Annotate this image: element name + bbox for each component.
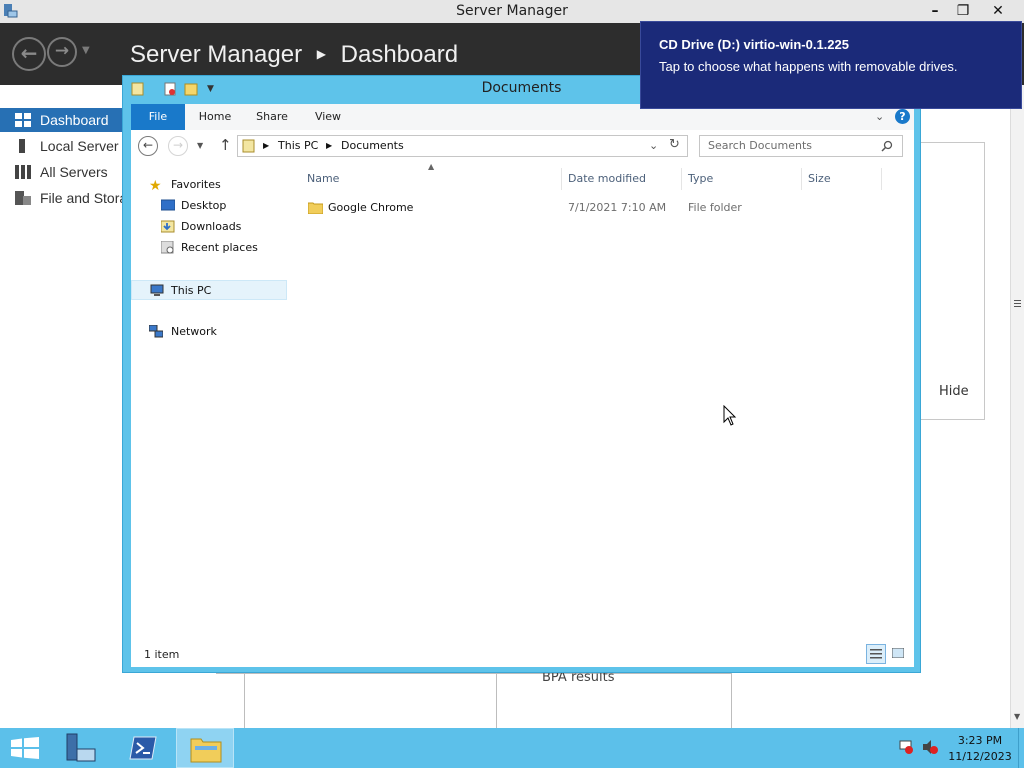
- restore-button[interactable]: ❐: [946, 0, 980, 22]
- taskbar-time[interactable]: 3:23 PM: [948, 733, 1012, 748]
- scroll-grip-line: [1014, 306, 1021, 307]
- servers-icon: [15, 165, 31, 179]
- scroll-grip-line: [1014, 303, 1021, 304]
- nav-forward-button[interactable]: →: [168, 136, 188, 156]
- show-desktop-button[interactable]: [1018, 728, 1024, 768]
- nav-label: Favorites: [171, 178, 221, 191]
- windows-logo-icon: [11, 737, 39, 759]
- file-row[interactable]: Google Chrome 7/1/2021 7:10 AM File fold…: [301, 198, 882, 218]
- breadcrumb-arrow-icon[interactable]: ▶: [326, 141, 332, 150]
- taskbar-server-manager[interactable]: [52, 728, 110, 768]
- dashboard-icon: [15, 113, 31, 127]
- tab-view[interactable]: View: [306, 104, 350, 130]
- large-icons-view-icon: [892, 648, 904, 658]
- nav-recent-places[interactable]: Recent places: [131, 238, 287, 258]
- toast-message: Tap to choose what happens with removabl…: [659, 59, 958, 74]
- tab-home[interactable]: Home: [193, 104, 237, 130]
- tab-file[interactable]: File: [131, 104, 185, 130]
- nav-label: Downloads: [181, 220, 242, 233]
- server-icon: [19, 139, 25, 153]
- header-title: Server Manager: [130, 41, 303, 68]
- column-size[interactable]: Size: [802, 168, 882, 190]
- address-dropdown-icon[interactable]: ⌄: [649, 139, 658, 152]
- nav-label: This PC: [171, 284, 212, 297]
- window-title: Server Manager: [456, 3, 568, 19]
- welcome-panel: [921, 142, 985, 420]
- file-type: File folder: [688, 201, 742, 214]
- nav-this-pc[interactable]: This PC: [131, 280, 287, 300]
- folder-location-icon: [242, 139, 255, 153]
- network-icon: [149, 325, 163, 338]
- hide-link[interactable]: Hide: [939, 384, 969, 399]
- sidebar-item-label: Local Server: [40, 138, 119, 154]
- column-type[interactable]: Type: [682, 168, 802, 190]
- back-button[interactable]: ←: [12, 37, 46, 71]
- details-view-icon: [870, 649, 882, 659]
- taskbar-file-explorer[interactable]: [176, 728, 234, 768]
- recent-places-icon: [161, 241, 174, 254]
- file-explorer-icon: [190, 738, 222, 763]
- search-icon[interactable]: [881, 140, 893, 152]
- tab-share[interactable]: Share: [250, 104, 294, 130]
- nav-label: Network: [171, 325, 217, 338]
- dashboard-tile: [216, 673, 245, 729]
- header-page: Dashboard: [340, 41, 459, 68]
- folder-icon: [308, 202, 323, 214]
- breadcrumb-separator-icon: ▶: [316, 47, 326, 61]
- nav-label: Desktop: [181, 199, 227, 212]
- taskbar-date[interactable]: 11/12/2023: [948, 749, 1012, 764]
- action-center-flag-icon[interactable]: [898, 739, 914, 755]
- downloads-icon: [161, 220, 175, 233]
- vertical-scrollbar[interactable]: ▼: [1010, 85, 1024, 728]
- column-date-modified[interactable]: Date modified: [562, 168, 682, 190]
- close-button[interactable]: ✕: [980, 0, 1016, 22]
- mouse-cursor-icon: [723, 405, 737, 426]
- nav-favorites[interactable]: ★ Favorites: [131, 175, 287, 195]
- desktop-icon: [161, 199, 175, 211]
- volume-muted-icon[interactable]: [922, 739, 938, 755]
- search-placeholder: Search Documents: [708, 139, 813, 152]
- status-item-count: 1 item: [144, 648, 180, 661]
- nav-label: Recent places: [181, 241, 258, 254]
- nav-network[interactable]: Network: [131, 322, 287, 342]
- breadcrumb-arrow-icon[interactable]: ▶: [263, 141, 269, 150]
- start-button[interactable]: [0, 728, 50, 768]
- forward-button[interactable]: →: [47, 37, 77, 67]
- recent-locations-icon[interactable]: ▼: [197, 141, 203, 150]
- up-level-button[interactable]: ↑: [219, 136, 232, 154]
- sidebar-item-label: All Servers: [40, 164, 108, 180]
- nav-downloads[interactable]: Downloads: [131, 217, 287, 237]
- toast-title: CD Drive (D:) virtio-win-0.1.225: [659, 37, 849, 52]
- breadcrumb: Server Manager ▶ Dashboard: [130, 41, 458, 69]
- sidebar-item-label: Dashboard: [40, 112, 109, 128]
- breadcrumb-this-pc[interactable]: This PC: [278, 139, 318, 152]
- server-manager-icon: [66, 733, 96, 762]
- scroll-grip-line: [1014, 300, 1021, 301]
- powershell-icon: [129, 736, 157, 760]
- scroll-down-icon[interactable]: ▼: [1014, 712, 1020, 721]
- refresh-icon[interactable]: ↻: [669, 137, 680, 152]
- computer-icon: [150, 284, 164, 296]
- file-name: Google Chrome: [328, 201, 414, 214]
- taskbar-powershell[interactable]: [114, 728, 172, 768]
- column-name[interactable]: Name: [301, 168, 562, 190]
- star-icon: ★: [149, 178, 162, 194]
- dashboard-tile: [244, 673, 498, 729]
- help-icon[interactable]: ?: [895, 109, 910, 124]
- details-view-button[interactable]: [866, 644, 886, 664]
- file-date-modified: 7/1/2021 7:10 AM: [568, 201, 667, 214]
- nav-back-button[interactable]: ←: [138, 136, 158, 156]
- history-dropdown-icon[interactable]: ▼: [82, 45, 90, 56]
- expand-ribbon-icon[interactable]: ⌄: [875, 110, 884, 123]
- storage-icon: [15, 191, 31, 205]
- large-icons-view-button[interactable]: [889, 644, 909, 664]
- breadcrumb-documents[interactable]: Documents: [341, 139, 404, 152]
- nav-desktop[interactable]: Desktop: [131, 196, 287, 216]
